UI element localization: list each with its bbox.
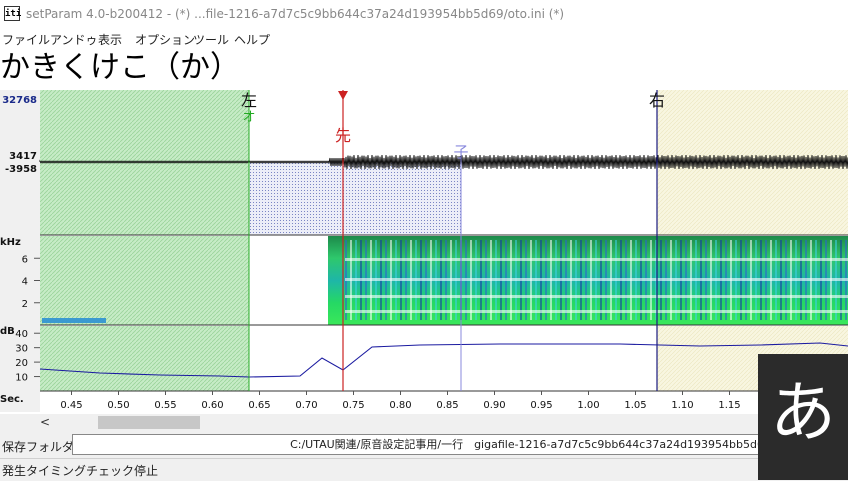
- scroll-left-button[interactable]: <: [40, 415, 50, 429]
- spectrogram-tick-label: 4: [22, 277, 28, 288]
- power-tick-label: 10: [15, 373, 28, 384]
- time-tick-label: 0.60: [201, 400, 223, 411]
- parameter-editor[interactable]: 左 オ 先 子 右 32768 3417 -3958 kHz dB Sec. 6…: [0, 90, 848, 412]
- power-tick-label: 30: [15, 344, 28, 355]
- wave-max-label: 32768: [2, 95, 37, 106]
- left-marker-label: 左: [241, 91, 257, 110]
- menu-undo[interactable]: アンドゥ: [50, 31, 98, 48]
- offset-marker-label: オ: [242, 110, 255, 125]
- window-title: setParam 4.0-b200412 - (*) ...file-1216-…: [26, 7, 565, 21]
- spectrogram-tick-label: 6: [22, 254, 28, 265]
- horizontal-scrollbar[interactable]: <: [0, 414, 758, 432]
- ime-mode-glyph: あ: [770, 374, 836, 451]
- power-unit-label: dB: [0, 326, 15, 337]
- menu-view[interactable]: 表示: [98, 31, 122, 48]
- power-tick-label: 20: [15, 358, 28, 369]
- wave-min-label: -3958: [5, 164, 37, 175]
- spectrogram-tick-label: 2: [22, 299, 28, 310]
- time-tick-label: 0.90: [483, 400, 505, 411]
- time-tick-label: 0.55: [154, 400, 176, 411]
- scroll-thumb[interactable]: [98, 416, 200, 429]
- time-unit-label: Sec.: [0, 394, 24, 405]
- status-bar: 発生タイミングチェック停止: [0, 458, 848, 481]
- menu-options[interactable]: オプション: [135, 31, 195, 48]
- spectrogram-unit-label: kHz: [0, 237, 21, 248]
- time-tick-label: 0.50: [107, 400, 129, 411]
- time-tick-label: 0.85: [436, 400, 458, 411]
- overlap-marker-label: 子: [453, 143, 468, 161]
- right-marker-label: 右: [649, 91, 665, 110]
- power-panel[interactable]: [39, 326, 848, 392]
- title-bar: iti setParam 4.0-b200412 - (*) ...file-1…: [0, 0, 848, 28]
- menu-bar: ファイル アンドゥ 表示 オプション ツール ヘルプ: [0, 28, 848, 48]
- menu-help[interactable]: ヘルプ: [234, 31, 270, 48]
- time-tick-label: 1.15: [718, 400, 740, 411]
- time-tick-label: 0.80: [389, 400, 411, 411]
- time-tick-label: 1.00: [577, 400, 599, 411]
- waveform-panel[interactable]: [39, 90, 848, 236]
- time-tick-label: 1.10: [671, 400, 693, 411]
- alias-title: かきくけこ（か）: [0, 50, 240, 85]
- spectrogram-panel[interactable]: [40, 236, 848, 326]
- status-text: 発生タイミングチェック停止: [2, 464, 159, 478]
- save-folder-field[interactable]: C:/UTAU関連/原音設定記事用/一行 gigafile-1216-a7d7c…: [72, 434, 812, 455]
- save-folder-row: 保存フォルダ： C:/UTAU関連/原音設定記事用/一行 gigafile-12…: [0, 432, 848, 458]
- menu-file[interactable]: ファイル: [2, 31, 50, 48]
- ime-mode-indicator: あ: [758, 354, 848, 480]
- time-tick-label: 0.75: [342, 400, 364, 411]
- time-tick-label: 1.05: [624, 400, 646, 411]
- app-icon: iti: [4, 6, 21, 21]
- time-tick-label: 0.65: [248, 400, 270, 411]
- time-tick-label: 0.70: [295, 400, 317, 411]
- overlap-region: [249, 162, 461, 235]
- wave-peak-label: 3417: [9, 151, 37, 162]
- time-tick-label: 0.95: [530, 400, 552, 411]
- menu-tools[interactable]: ツール: [193, 31, 229, 48]
- preutterance-marker-label: 先: [335, 126, 351, 145]
- time-tick-label: 0.45: [60, 400, 82, 411]
- power-tick-label: 40: [15, 329, 28, 340]
